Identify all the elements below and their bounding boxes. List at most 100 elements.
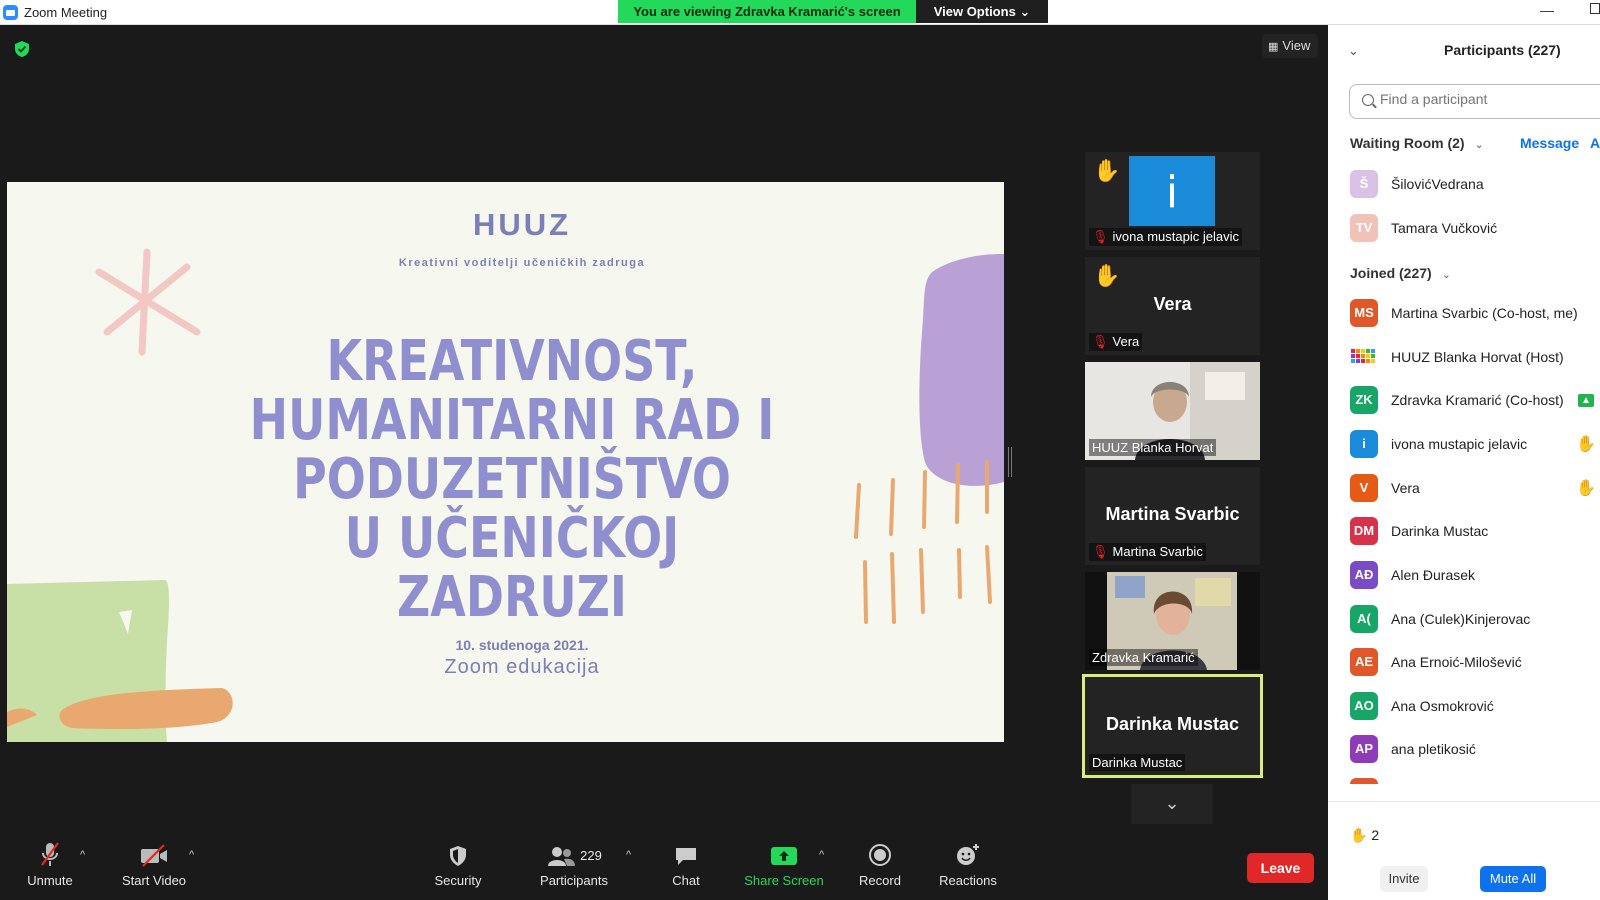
- participants-count: 229: [580, 848, 602, 863]
- participant-name: Vera: [1391, 480, 1420, 496]
- video-tile-vera[interactable]: ✋ Vera 🎙 Vera: [1085, 257, 1260, 355]
- chat-bubble-icon: [676, 848, 696, 865]
- avatar: AO: [1350, 692, 1378, 720]
- view-label: View: [1282, 38, 1311, 53]
- participant-row[interactable]: DM Darinka Mustac: [1350, 517, 1600, 547]
- participant-row[interactable]: AO Ana Osmokrović: [1350, 692, 1600, 722]
- waiting-room-header[interactable]: Waiting Room (2) ⌄: [1350, 135, 1484, 151]
- video-tile-martina[interactable]: Martina Svarbic 🎙 Martina Svarbic: [1085, 467, 1260, 565]
- share-screen-button[interactable]: Share Screen: [742, 837, 826, 888]
- participants-options-caret-icon[interactable]: ^: [626, 849, 631, 861]
- chevron-down-icon: ⌄: [1164, 793, 1180, 813]
- reactions-button[interactable]: Reactions: [936, 837, 1000, 888]
- participant-row[interactable]: i ivona mustapic jelavic ✋: [1350, 430, 1600, 460]
- raised-hand-icon: ✋: [1576, 436, 1596, 453]
- mute-all-button[interactable]: Mute All: [1480, 866, 1546, 892]
- message-waiting-room-button[interactable]: Message: [1520, 135, 1579, 151]
- avatar: TV: [1350, 214, 1378, 242]
- video-tile-darinka-active-speaker[interactable]: Darinka Mustac Darinka Mustac: [1082, 674, 1263, 778]
- shared-screen-slide: HUUZ Kreativni voditelji učeničkih zadru…: [7, 182, 1004, 742]
- reactions-smiley-icon: [957, 844, 979, 865]
- gallery-scroll-down-button[interactable]: ⌄: [1131, 784, 1213, 824]
- participant-name: ana pletikosić: [1391, 741, 1476, 757]
- participant-name: Martina Svarbic (Co-host, me): [1391, 305, 1578, 321]
- video-options-caret-icon[interactable]: ^: [189, 849, 194, 861]
- chevron-down-icon: ⌄: [1441, 269, 1451, 281]
- raised-hands-count: ✋ 2: [1350, 827, 1380, 843]
- collapse-panel-chevron-icon[interactable]: ⌄: [1348, 43, 1359, 59]
- participant-row[interactable]: V Vera ✋: [1350, 474, 1600, 504]
- minimize-button[interactable]: —: [1540, 2, 1554, 18]
- tile-name-label: 🎙 ivona mustapic jelavic: [1089, 228, 1242, 246]
- video-tile-zdravka[interactable]: Zdravka Kramarić: [1085, 572, 1260, 670]
- share-screen-icon: [771, 847, 797, 865]
- slide-brand: HUUZ: [472, 207, 572, 242]
- participant-name: Alen Đurasek: [1391, 567, 1476, 583]
- waiting-participant-row[interactable]: Š ŠilovićVedrana: [1350, 170, 1600, 200]
- tile-name-label: 🎙 Vera: [1089, 333, 1143, 351]
- reactions-label: Reactions: [939, 873, 997, 888]
- participants-label: Participants: [540, 873, 608, 888]
- encryption-shield-icon[interactable]: [14, 40, 30, 58]
- record-label: Record: [859, 873, 901, 888]
- avatar: V: [1350, 474, 1378, 502]
- participant-row[interactable]: AP ana pletikosić: [1350, 735, 1600, 765]
- video-tile-ivona[interactable]: i ✋ 🎙 ivona mustapic jelavic: [1085, 152, 1260, 250]
- chat-button[interactable]: Chat: [666, 837, 706, 888]
- participant-name: Tamara Vučković: [1391, 220, 1498, 236]
- slide-title-line: KREATIVNOST,: [326, 329, 698, 394]
- security-button[interactable]: Security: [428, 837, 488, 888]
- avatar: Š: [1350, 170, 1378, 198]
- slide-event: Zoom edukacija: [444, 656, 600, 678]
- muted-microphone-icon: [41, 842, 59, 866]
- participant-name: ivona mustapic jelavic: [1391, 436, 1528, 452]
- avatar: [1350, 778, 1378, 784]
- tile-name-label: 🎙 Martina Svarbic: [1089, 543, 1206, 561]
- start-video-button[interactable]: Start Video: [118, 837, 190, 888]
- unmute-button[interactable]: Unmute: [22, 837, 78, 888]
- grid-icon: ▦: [1268, 41, 1279, 53]
- share-options-caret-icon[interactable]: ^: [819, 849, 824, 861]
- view-layout-button[interactable]: ▦ View: [1262, 34, 1318, 58]
- participant-search[interactable]: [1349, 84, 1600, 119]
- maximize-button[interactable]: [1590, 3, 1600, 14]
- participant-row[interactable]: AE Ana Ernoić-Milošević: [1350, 648, 1600, 678]
- muted-mic-icon: 🎙: [1092, 334, 1109, 349]
- participant-row[interactable]: MS Martina Svarbic (Co-host, me): [1350, 299, 1600, 329]
- viewing-screen-banner: You are viewing Zdravka Kramarić's scree…: [618, 0, 916, 23]
- participant-row[interactable]: AĐ Alen Đurasek: [1350, 561, 1600, 591]
- start-video-label: Start Video: [121, 873, 187, 888]
- muted-mic-icon: 🎙: [1092, 544, 1109, 559]
- record-button[interactable]: Record: [856, 837, 904, 888]
- view-options-button[interactable]: View Options ⌄: [916, 0, 1048, 23]
- info-avatar-icon: i: [1129, 156, 1215, 226]
- title-bar: Zoom Meeting You are viewing Zdravka Kra…: [0, 0, 1600, 25]
- participant-row[interactable]: A( Ana (Culek)Kinjerovac: [1350, 605, 1600, 635]
- slide-date: 10. studenoga 2021.: [455, 637, 589, 653]
- huuz-logo-avatar: [1351, 349, 1375, 363]
- search-input[interactable]: [1380, 91, 1600, 107]
- participant-row[interactable]: ZK Zdravka Kramarić (Co-host) ▲: [1350, 386, 1600, 416]
- participant-row[interactable]: HUUZ Blanka Horvat (Host): [1350, 343, 1600, 373]
- slide-title-line: HUMANITARNI RAD I: [249, 388, 775, 453]
- leave-button[interactable]: Leave: [1247, 853, 1314, 883]
- audio-options-caret-icon[interactable]: ^: [80, 849, 85, 861]
- invite-button[interactable]: Invite: [1380, 866, 1428, 892]
- split-view-handle[interactable]: [1008, 447, 1012, 477]
- participant-name: Ana Ernoić-Milošević: [1391, 654, 1522, 670]
- participant-name: ŠilovićVedrana: [1391, 176, 1484, 192]
- tile-name-label: HUUZ Blanka Horvat: [1089, 439, 1217, 456]
- panel-divider: [1328, 801, 1600, 802]
- waiting-participant-row[interactable]: TV Tamara Vučković: [1350, 214, 1600, 244]
- participants-button[interactable]: 229 Participants: [534, 837, 614, 888]
- participant-name: HUUZ Blanka Horvat (Host): [1391, 349, 1564, 365]
- video-tile-blanka[interactable]: HUUZ Blanka Horvat: [1085, 362, 1260, 460]
- participant-name: Darinka Mustac: [1391, 523, 1489, 539]
- raised-hand-icon: ✋: [1576, 480, 1596, 497]
- admit-all-button[interactable]: A: [1590, 135, 1600, 151]
- participant-name: Ana Osmokrović: [1391, 698, 1494, 714]
- joined-header[interactable]: Joined (227) ⌄: [1350, 265, 1451, 281]
- security-shield-icon: [450, 846, 466, 866]
- avatar: A(: [1350, 605, 1378, 633]
- sharing-screen-icon: ▲: [1578, 394, 1594, 407]
